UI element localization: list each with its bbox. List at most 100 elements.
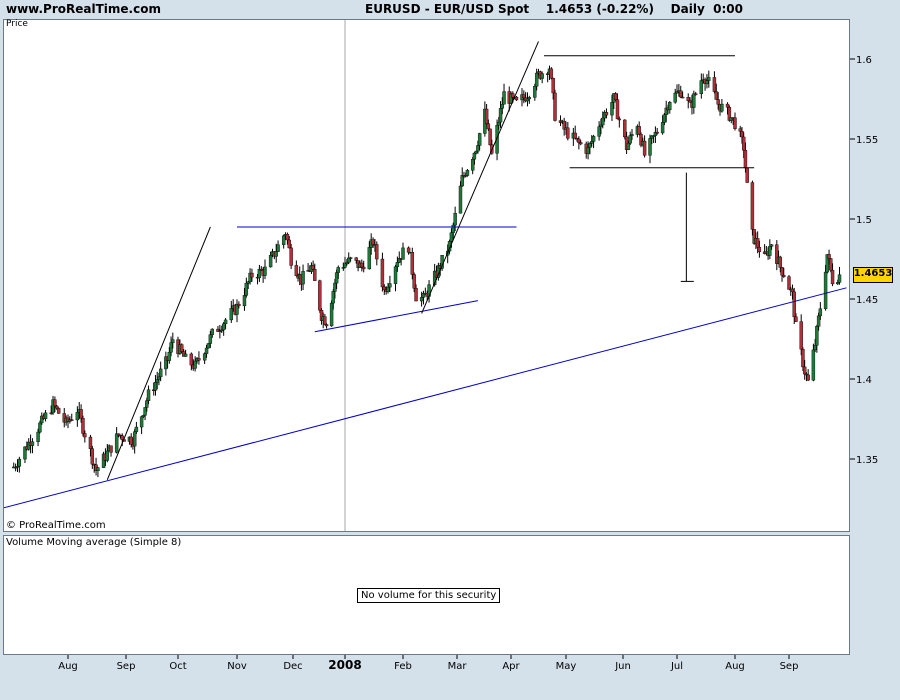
candle-up bbox=[388, 283, 392, 288]
candle-down bbox=[615, 99, 620, 120]
candle-down bbox=[362, 266, 366, 270]
candle-down bbox=[579, 142, 583, 145]
candle-up bbox=[836, 282, 840, 285]
candle-down bbox=[79, 409, 83, 419]
candle-down bbox=[780, 267, 784, 276]
candle-down bbox=[830, 269, 835, 285]
candle-down bbox=[324, 324, 329, 327]
candle-up bbox=[96, 467, 100, 471]
candle-up bbox=[533, 86, 537, 98]
candle-down bbox=[109, 445, 113, 453]
candle-down bbox=[694, 93, 698, 95]
candle-down bbox=[90, 448, 95, 465]
candle-up bbox=[208, 334, 213, 344]
candle-up bbox=[395, 262, 400, 267]
candle-down bbox=[642, 140, 647, 156]
candle-up bbox=[206, 343, 211, 349]
candle-up bbox=[472, 152, 477, 160]
candle-down bbox=[787, 276, 791, 290]
candle-down bbox=[189, 353, 194, 366]
blue-trendline[interactable] bbox=[1, 287, 847, 509]
candle-up bbox=[449, 232, 454, 242]
candle-down bbox=[406, 247, 411, 253]
candle-down bbox=[313, 269, 317, 281]
candle-up bbox=[498, 108, 503, 123]
candle-up bbox=[502, 91, 506, 105]
last-price-badge: 1.4653 bbox=[853, 266, 893, 283]
candle-down bbox=[294, 265, 299, 276]
candle-down bbox=[311, 265, 315, 270]
candle-up bbox=[367, 247, 372, 270]
candle-up bbox=[707, 77, 711, 81]
candle-down bbox=[680, 96, 685, 99]
candle-up bbox=[837, 274, 842, 283]
candle-down bbox=[53, 399, 57, 407]
copyright-text: © ProRealTime.com bbox=[6, 520, 106, 531]
candle-up bbox=[183, 353, 188, 357]
candle-up bbox=[333, 282, 337, 292]
candle-up bbox=[257, 268, 262, 278]
black-trendline[interactable] bbox=[106, 226, 211, 480]
candle-down bbox=[70, 419, 74, 421]
y-tick-label: 1.45 bbox=[856, 295, 878, 306]
candle-up bbox=[143, 407, 147, 416]
candle-down bbox=[566, 127, 570, 139]
candle-up bbox=[221, 323, 226, 331]
y-tick-label: 1.35 bbox=[856, 455, 878, 466]
candle-down bbox=[637, 126, 641, 135]
candle-up bbox=[500, 104, 504, 109]
candle-down bbox=[686, 97, 690, 101]
candle-up bbox=[648, 138, 652, 156]
candle-up bbox=[818, 308, 823, 317]
candle-up bbox=[610, 102, 614, 116]
candle-up bbox=[386, 286, 390, 292]
blue-trendline[interactable] bbox=[314, 300, 478, 333]
candle-up bbox=[668, 102, 672, 111]
x-tick-label: Oct bbox=[169, 661, 186, 672]
candle-down bbox=[714, 91, 718, 100]
candle-down bbox=[129, 436, 133, 445]
candle-down bbox=[323, 316, 327, 325]
x-tick-label: 2008 bbox=[328, 658, 361, 672]
candle-up bbox=[474, 150, 478, 154]
candle-down bbox=[514, 96, 519, 101]
candle-up bbox=[167, 351, 172, 361]
candle-down bbox=[371, 239, 375, 246]
candle-down bbox=[829, 258, 833, 271]
candle-up bbox=[38, 422, 42, 433]
candle-down bbox=[604, 112, 609, 116]
x-tick-label: Aug bbox=[58, 661, 78, 672]
candle-up bbox=[132, 431, 137, 447]
candle-down bbox=[716, 99, 720, 105]
y-tick-label: 1.5 bbox=[856, 215, 872, 226]
volume-indicator-title: Volume Moving average (Simple 8) bbox=[6, 537, 182, 548]
candle-up bbox=[662, 114, 667, 123]
candle-up bbox=[30, 441, 35, 446]
candle-up bbox=[157, 376, 161, 380]
candle-up bbox=[823, 271, 828, 309]
candle-up bbox=[345, 262, 349, 265]
candle-down bbox=[790, 288, 795, 293]
candle-down bbox=[287, 239, 291, 249]
candle-up bbox=[202, 353, 207, 361]
candle-up bbox=[599, 124, 603, 128]
candle-down bbox=[742, 136, 746, 151]
candle-up bbox=[813, 345, 817, 351]
candle-down bbox=[712, 77, 717, 92]
candle-up bbox=[139, 416, 144, 428]
candle-up bbox=[476, 145, 480, 152]
candle-up bbox=[348, 257, 353, 259]
candle-up bbox=[153, 382, 158, 391]
black-trendline[interactable] bbox=[421, 41, 539, 314]
candle-down bbox=[688, 100, 692, 103]
candle-up bbox=[477, 133, 482, 146]
candle-down bbox=[827, 254, 831, 259]
candle-up bbox=[158, 368, 163, 378]
candle-up bbox=[301, 271, 305, 285]
x-tick-label: Sep bbox=[780, 661, 799, 672]
candle-up bbox=[458, 185, 463, 214]
candle-up bbox=[210, 328, 214, 335]
candle-down bbox=[375, 244, 379, 260]
candle-down bbox=[623, 119, 627, 138]
candle-down bbox=[755, 238, 760, 248]
